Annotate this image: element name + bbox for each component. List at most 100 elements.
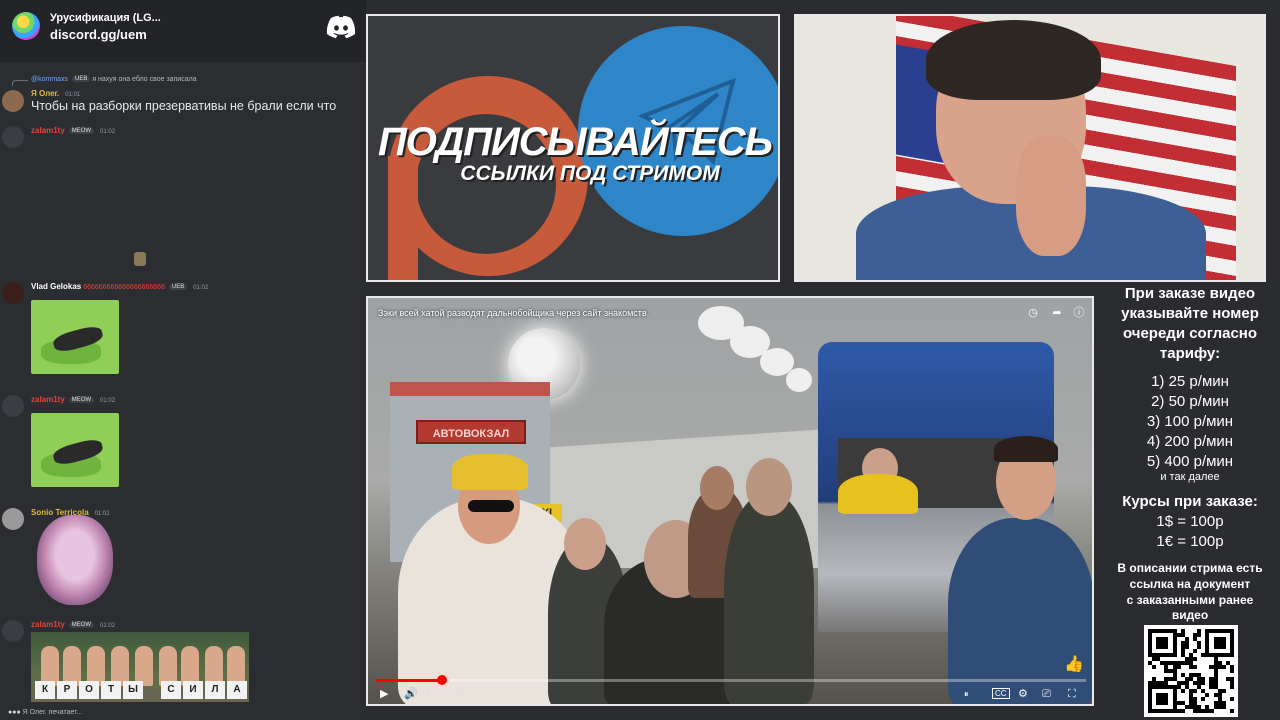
server-icon[interactable]: [12, 12, 40, 40]
avatar[interactable]: [2, 508, 24, 530]
timestamp: 01:02: [100, 623, 116, 629]
message-meta: zalam1ty MEOW 01:02: [31, 126, 115, 135]
qr-code[interactable]: [1144, 625, 1238, 717]
timestamp: 01:02: [193, 285, 209, 291]
person-head: [700, 466, 734, 510]
role-badge: MEOW: [68, 397, 95, 403]
tariff-item: 4) 200 р/мин: [1146, 433, 1234, 450]
timestamp: 01:02: [100, 129, 116, 135]
info-heading-line: тарифу:: [1159, 345, 1221, 362]
info-heading-line: При заказе видео: [1124, 285, 1256, 302]
photo-card-letter: С: [161, 681, 181, 699]
role-badge: UEB: [168, 284, 188, 290]
photo-card-letter: А: [227, 681, 247, 699]
youtube-player[interactable]: АВТОВОКЗАЛ TAXI Зэки всей хатой разводят…: [366, 296, 1094, 706]
username[interactable]: Я Олег.: [31, 89, 59, 98]
username[interactable]: zalam1ty: [31, 126, 65, 135]
hair: [994, 436, 1058, 462]
discord-header: Урусификация (LG... discord.gg/uem: [0, 0, 366, 62]
avatar[interactable]: [2, 620, 24, 642]
rate-item: 1€ = 100р: [1156, 533, 1224, 550]
stream-layout: Урусификация (LG... discord.gg/uem @komm…: [0, 0, 1280, 720]
photo-card-letter: Т: [101, 681, 121, 699]
cast-icon[interactable]: ⎚: [1042, 688, 1051, 700]
captions-icon[interactable]: CC: [992, 688, 1010, 699]
role-badge: MEOW: [68, 128, 95, 134]
chat-message: zalam1ty MEOW 01:02: [0, 393, 366, 489]
volume-icon[interactable]: 🔊: [404, 688, 418, 700]
fullscreen-icon[interactable]: ⛶: [1068, 688, 1076, 700]
patreon-logo-bar: [388, 156, 418, 280]
video-time: 3:27 / 37:19: [426, 690, 463, 697]
message-meta: zalam1ty MEOW 01:02: [31, 620, 115, 629]
avatar[interactable]: [2, 282, 24, 304]
tariff-item: 2) 50 р/мин: [1151, 393, 1229, 410]
message-meta: zalam1ty MEOW 01:02: [31, 395, 115, 404]
progress-track[interactable]: [376, 679, 1086, 682]
role-badge: MEOW: [68, 622, 95, 628]
timestamp: 01:01: [65, 92, 81, 98]
info-icon[interactable]: ⓘ: [1072, 306, 1086, 320]
webcam-feed: [794, 14, 1266, 282]
reply-text: я нахуя она ебло свое записала: [92, 76, 197, 83]
driver-body: [838, 474, 918, 514]
photo-card-letter: К: [35, 681, 55, 699]
sunglasses: [468, 500, 514, 512]
watch-later-icon[interactable]: ◷: [1026, 306, 1040, 320]
username[interactable]: zalam1ty: [31, 620, 65, 629]
rate-item: 1$ = 100р: [1156, 513, 1224, 530]
info-note-line: В описании стрима есть: [1117, 561, 1263, 575]
rates-heading: Курсы при заказе:: [1122, 493, 1258, 510]
username[interactable]: Vlad Gelokas: [31, 282, 81, 291]
streamer-hair: [926, 20, 1101, 100]
man-in-shirt: [724, 494, 814, 704]
face-sticker-image[interactable]: [37, 515, 113, 605]
progress-scrubber[interactable]: [437, 675, 448, 685]
station-sign: АВТОВОКЗАЛ: [416, 420, 526, 444]
progress-played: [376, 679, 443, 682]
attached-group-photo[interactable]: К Р О Т Ы С И Л А: [31, 632, 249, 702]
message-meta: Vlad Gelokas 666666666666666666666 UEB 0…: [31, 282, 208, 291]
server-invite-link[interactable]: discord.gg/uem: [50, 27, 147, 42]
reply-preview[interactable]: @kommaxs UEB я нахуя она ебло свое запис…: [31, 76, 197, 83]
timestamp: 01:02: [94, 511, 110, 517]
sticker-image[interactable]: [31, 300, 119, 374]
play-icon[interactable]: ▶: [380, 688, 388, 700]
smoke-cloud: [786, 368, 812, 392]
avatar[interactable]: [2, 395, 24, 417]
photo-card-letter: Л: [205, 681, 225, 699]
video-title[interactable]: Зэки всей хатой разводят дальнобойщика ч…: [378, 308, 649, 318]
info-heading-line: указывайте номер: [1121, 305, 1259, 322]
trucker-man: [948, 518, 1092, 704]
reply-connector: [12, 80, 28, 86]
photo-card-letter: Ы: [123, 681, 143, 699]
share-icon[interactable]: ➦: [1050, 306, 1064, 320]
photo-card-letter: О: [79, 681, 99, 699]
settings-icon[interactable]: ⚙: [1018, 688, 1028, 700]
reply-badge: UEB: [72, 76, 91, 82]
info-note-line: с заказанными ранее: [1126, 593, 1254, 607]
tariff-item: 3) 100 р/мин: [1146, 413, 1234, 430]
photo-card-letter: Р: [57, 681, 77, 699]
message-text: Чтобы на разборки презервативы не брали …: [31, 99, 337, 113]
username[interactable]: zalam1ty: [31, 395, 65, 404]
server-name: Урусификация (LG...: [50, 12, 161, 24]
tariff-item: 1) 25 р/мин: [1151, 373, 1229, 390]
person-head: [564, 518, 606, 570]
chat-message: @kommaxs UEB я нахуя она ебло свое запис…: [0, 74, 366, 118]
sticker-image[interactable]: [31, 413, 119, 487]
autoplay-toggle-icon[interactable]: ⏸: [964, 688, 969, 700]
avatar[interactable]: [2, 126, 24, 148]
typing-text: Я Олег. печатает...: [22, 709, 83, 716]
chat-message: zalam1ty MEOW 01:02: [0, 124, 366, 148]
message-meta: Я Олег. 01:01: [31, 89, 80, 98]
subscribe-banner: ПОДПИСЫВАЙТЕСЬ ССЫЛКИ ПОД СТРИМОМ: [366, 14, 780, 282]
avatar[interactable]: [2, 90, 24, 112]
info-note-line: ссылка на документ: [1129, 577, 1251, 591]
discord-logo-icon: [326, 15, 356, 39]
person-head: [746, 458, 792, 516]
info-note-line: видео: [1171, 608, 1209, 622]
like-icon[interactable]: 👍: [1064, 654, 1084, 674]
streamer-hand: [1016, 136, 1086, 256]
discord-chat-panel: Урусификация (LG... discord.gg/uem @komm…: [0, 0, 366, 720]
